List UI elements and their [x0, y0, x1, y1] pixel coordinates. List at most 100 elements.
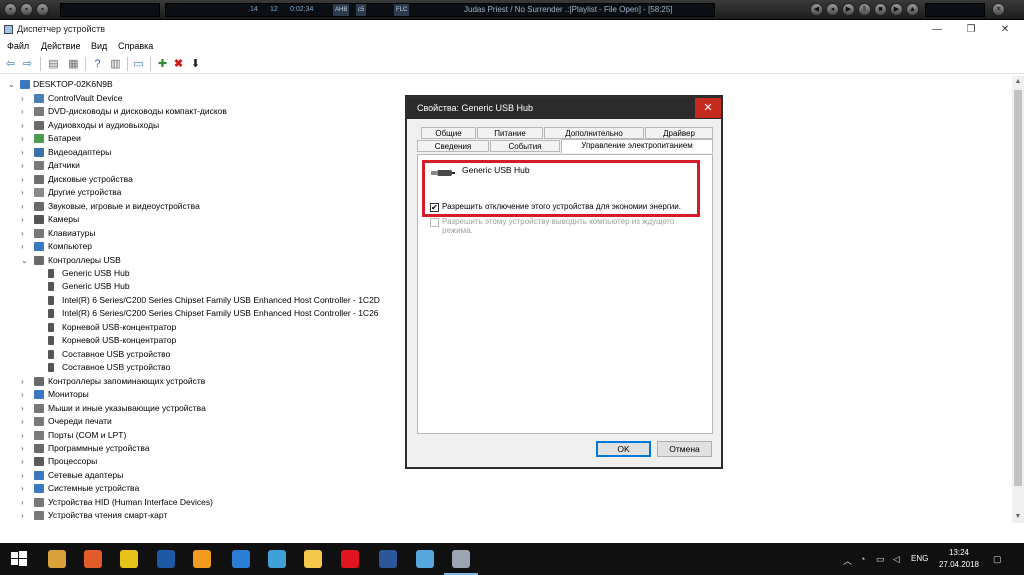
category-icon	[34, 498, 44, 507]
chevron-right-icon[interactable]: ›	[21, 146, 29, 159]
tray-chevron-icon[interactable]: ︿	[843, 554, 852, 567]
allow-power-off-checkbox[interactable]: ✔	[430, 203, 439, 212]
chevron-right-icon[interactable]: ›	[21, 469, 29, 482]
next-icon[interactable]: ▶	[890, 3, 903, 16]
ok-button[interactable]: OK	[596, 441, 651, 457]
chevron-right-icon[interactable]: ›	[21, 227, 29, 240]
chevron-down-icon[interactable]: ⌄	[21, 254, 29, 267]
volume-slider[interactable]	[925, 3, 985, 17]
player-shade-icon[interactable]: ▪	[36, 3, 49, 16]
close-button[interactable]: ✕	[990, 20, 1020, 39]
chevron-down-icon[interactable]: ⌄	[8, 78, 16, 91]
opera-icon[interactable]	[341, 550, 359, 568]
chevron-right-icon[interactable]: ›	[21, 509, 29, 522]
tab-details[interactable]: Сведения	[417, 140, 489, 152]
tab-advanced[interactable]: Дополнительно	[544, 127, 644, 139]
device-name: Generic USB Hub	[462, 165, 530, 175]
menu-action[interactable]: Действие	[41, 41, 81, 51]
word-icon[interactable]	[379, 550, 397, 568]
player-menu-icon[interactable]: ▪	[4, 3, 17, 16]
category-icon	[34, 161, 44, 170]
rewind-icon[interactable]: ◂	[826, 3, 839, 16]
chevron-right-icon[interactable]: ›	[21, 429, 29, 442]
tab-general[interactable]: Общие	[421, 127, 476, 139]
details-icon[interactable]: ▥	[108, 57, 123, 71]
monitor-icon[interactable]: ▭	[131, 57, 146, 71]
action-center-icon[interactable]: ▢	[993, 554, 1002, 565]
tray-wifi-icon[interactable]: ◔	[860, 554, 865, 564]
forward-icon[interactable]: ⇨	[20, 57, 35, 71]
tab-events[interactable]: События	[490, 140, 560, 152]
add-driver-icon[interactable]: ✚	[155, 57, 170, 71]
chevron-right-icon[interactable]: ›	[21, 200, 29, 213]
chevron-right-icon[interactable]: ›	[21, 402, 29, 415]
update-icon[interactable]: ⬇	[188, 57, 203, 71]
qbittorrent-icon[interactable]	[120, 550, 138, 568]
eject-icon[interactable]: ▲	[906, 3, 919, 16]
tray-volume-icon[interactable]: ◁	[893, 554, 900, 565]
start-icon[interactable]	[10, 550, 28, 568]
show-hidden-icon[interactable]: ▦	[66, 57, 81, 71]
network-app-icon[interactable]	[416, 550, 434, 568]
menu-help[interactable]: Справка	[118, 41, 153, 51]
minimize-button[interactable]: —	[922, 20, 952, 39]
prev-icon[interactable]: ◀	[810, 3, 823, 16]
aimp-icon[interactable]	[84, 550, 102, 568]
chevron-right-icon[interactable]: ›	[21, 119, 29, 132]
chevron-right-icon[interactable]: ›	[21, 482, 29, 495]
tray-clock[interactable]: 13:24 27.04.2018	[938, 547, 980, 571]
allow-wake-label: Разрешить этому устройству выводить комп…	[442, 217, 675, 235]
chevron-right-icon[interactable]: ›	[21, 132, 29, 145]
winamp-icon[interactable]	[48, 550, 66, 568]
tree-item-label: Клавиатуры	[48, 228, 96, 238]
chevron-right-icon[interactable]: ›	[21, 186, 29, 199]
chevron-right-icon[interactable]: ›	[21, 388, 29, 401]
scroll-thumb[interactable]	[1014, 90, 1022, 486]
tab-power-management[interactable]: Управление электропитанием	[561, 139, 713, 153]
back-icon[interactable]: ⇦	[3, 57, 18, 71]
toolbar-separator	[127, 57, 128, 71]
fl-studio-icon[interactable]	[193, 550, 211, 568]
category-icon	[34, 457, 44, 466]
usb-icon	[48, 269, 54, 278]
chevron-right-icon[interactable]: ›	[21, 496, 29, 509]
menu-view[interactable]: Вид	[91, 41, 107, 51]
vertical-scrollbar[interactable]: ▲ ▼	[1012, 76, 1024, 523]
chevron-right-icon[interactable]: ›	[21, 375, 29, 388]
scroll-down-icon[interactable]: ▼	[1012, 511, 1024, 523]
dialog-close-button[interactable]: ✕	[695, 98, 721, 118]
player-close-icon[interactable]: ✕	[992, 3, 1005, 16]
remove-icon[interactable]: ✖	[171, 57, 186, 71]
ccleaner-icon[interactable]	[232, 550, 250, 568]
tab-driver[interactable]: Драйвер	[645, 127, 713, 139]
menu-bar: Файл Действие Вид Справка	[0, 39, 1024, 54]
chevron-right-icon[interactable]: ›	[21, 173, 29, 186]
play-icon[interactable]: ▶	[842, 3, 855, 16]
chevron-right-icon[interactable]: ›	[21, 455, 29, 468]
explorer-icon[interactable]	[304, 550, 322, 568]
tree-item-label: DVD-дисководы и дисководы компакт-дисков	[48, 106, 227, 116]
chevron-right-icon[interactable]: ›	[21, 240, 29, 253]
chevron-right-icon[interactable]: ›	[21, 213, 29, 226]
chevron-right-icon[interactable]: ›	[21, 415, 29, 428]
tray-language[interactable]: ENG	[911, 554, 928, 563]
scroll-up-icon[interactable]: ▲	[1012, 76, 1024, 88]
chevron-right-icon[interactable]: ›	[21, 159, 29, 172]
maximize-button[interactable]: ❐	[956, 20, 986, 39]
chevron-right-icon[interactable]: ›	[21, 442, 29, 455]
cancel-button[interactable]: Отмена	[657, 441, 712, 457]
help-icon[interactable]: ?	[90, 57, 105, 71]
tab-power[interactable]: Питание	[477, 127, 543, 139]
device-manager-icon[interactable]	[444, 550, 478, 575]
menu-file[interactable]: Файл	[7, 41, 29, 51]
chevron-right-icon[interactable]: ›	[21, 105, 29, 118]
chevron-right-icon[interactable]: ›	[21, 92, 29, 105]
pause-icon[interactable]: ‖	[858, 3, 871, 16]
properties-icon[interactable]: ▤	[46, 57, 61, 71]
player-minimize-icon[interactable]: ▪	[20, 3, 33, 16]
media-icon[interactable]	[157, 550, 175, 568]
tray-network-icon[interactable]: ▭	[876, 554, 885, 565]
toolbar-separator	[85, 57, 86, 71]
stop-icon[interactable]: ■	[874, 3, 887, 16]
photo-icon[interactable]	[268, 550, 286, 568]
